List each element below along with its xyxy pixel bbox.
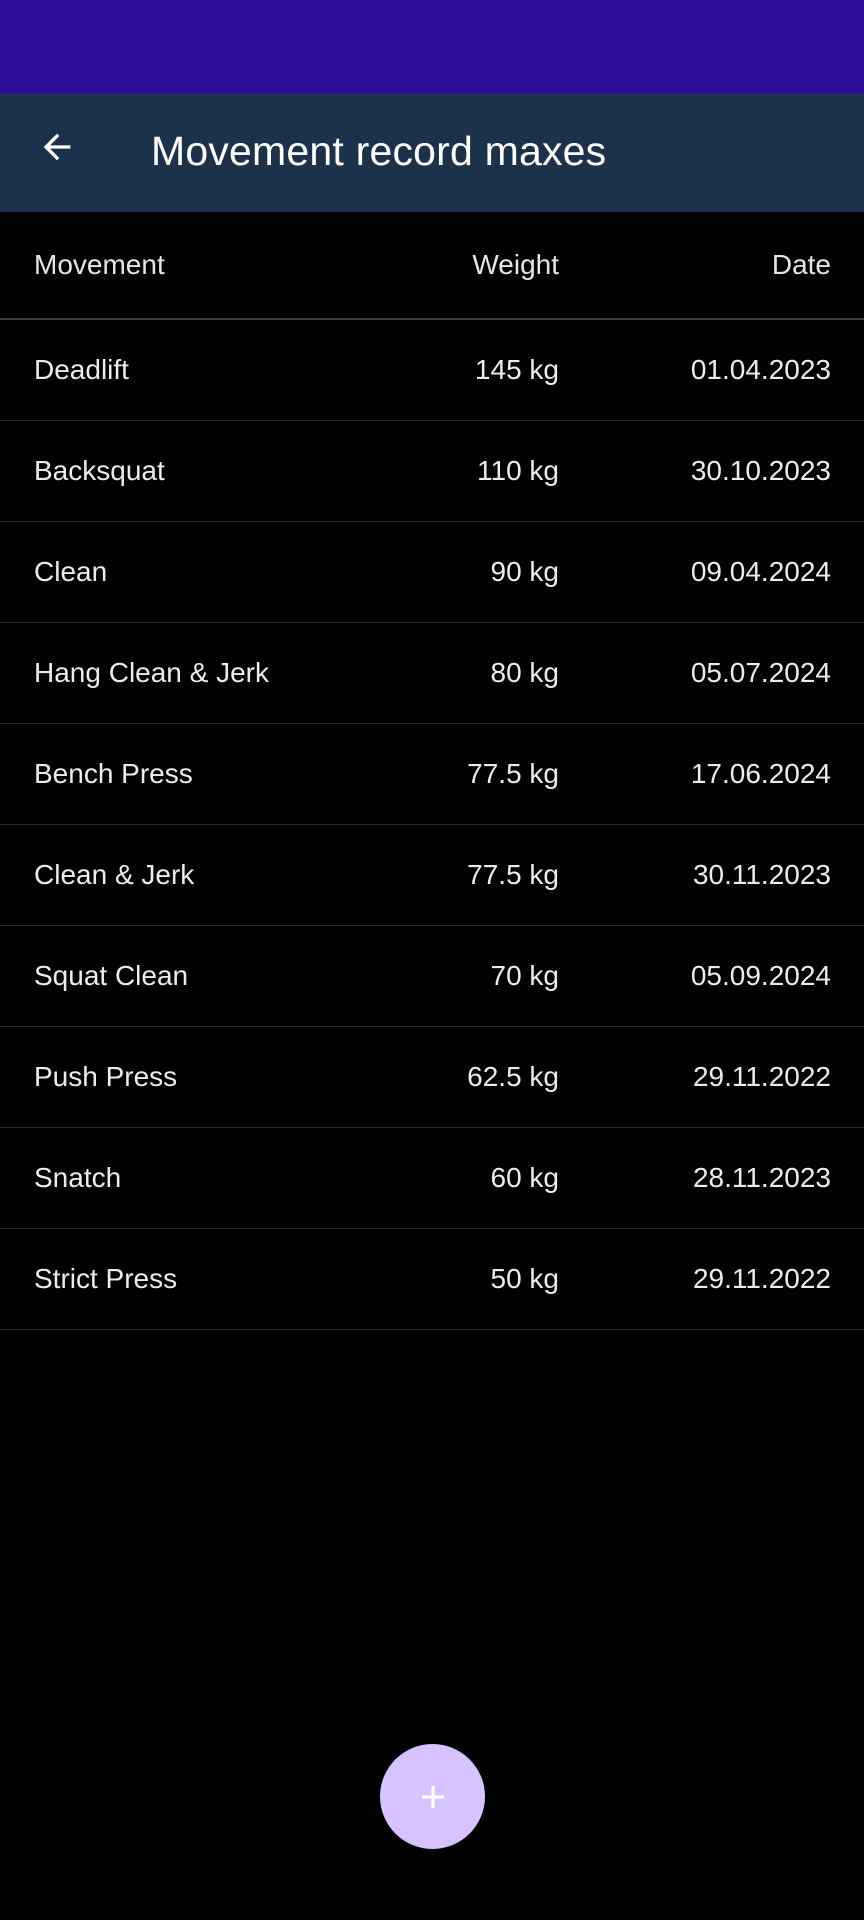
weight-cell: 70 kg [490, 960, 560, 991]
movement-cell: Deadlift [34, 354, 129, 385]
movement-cell: Backsquat [34, 455, 165, 486]
date-cell: 09.04.2024 [690, 556, 831, 587]
column-header-date[interactable]: Date [772, 249, 831, 281]
date-cell: 29.11.2022 [692, 1061, 831, 1092]
app-bar: Movement record maxes [0, 94, 864, 212]
weight-cell: 145 kg [474, 354, 559, 385]
date-cell: 29.11.2022 [692, 1263, 831, 1294]
movement-cell: Bench Press [34, 758, 193, 789]
weight-cell: 77.5 kg [467, 758, 559, 789]
column-header-weight[interactable]: Weight [472, 249, 559, 281]
weight-cell: 110 kg [477, 455, 559, 486]
movement-cell: Push Press [34, 1061, 178, 1092]
weight-cell: 80 kg [490, 657, 560, 688]
back-button[interactable] [34, 124, 80, 170]
table-row[interactable]: Clean & Jerk 77.5 kg 30.11.2023 [0, 825, 864, 926]
table-row[interactable]: Clean 90 kg 09.04.2024 [0, 522, 864, 623]
table-header-row: Movement Weight Date [0, 212, 864, 320]
date-cell: 30.11.2023 [692, 859, 831, 890]
status-bar [0, 0, 864, 94]
date-cell: 05.07.2024 [690, 657, 831, 688]
table-row[interactable]: Strict Press 50 kg 29.11.2022 [0, 1229, 864, 1330]
date-cell: 05.09.2024 [690, 960, 831, 991]
date-cell: 17.06.2024 [690, 758, 831, 789]
page-title: Movement record maxes [151, 128, 607, 174]
records-table: Movement Weight Date Deadlift 145 kg 01.… [0, 212, 864, 1330]
date-cell: 28.11.2023 [692, 1162, 831, 1193]
movement-cell: Clean & Jerk [34, 859, 195, 890]
date-cell: 01.04.2023 [690, 354, 831, 385]
movement-cell: Snatch [34, 1162, 122, 1193]
weight-cell: 62.5 kg [467, 1061, 559, 1092]
table-row[interactable]: Snatch 60 kg 28.11.2023 [0, 1128, 864, 1229]
add-record-button[interactable] [380, 1744, 485, 1849]
weight-cell: 60 kg [490, 1162, 560, 1193]
weight-cell: 50 kg [490, 1263, 560, 1294]
movement-cell: Clean [34, 556, 108, 587]
movement-cell: Hang Clean & Jerk [34, 657, 270, 688]
arrow-left-icon [43, 133, 71, 161]
table-row[interactable]: Squat Clean 70 kg 05.09.2024 [0, 926, 864, 1027]
weight-cell: 77.5 kg [467, 859, 559, 890]
table-row[interactable]: Deadlift 145 kg 01.04.2023 [0, 320, 864, 421]
plus-icon [421, 1785, 444, 1808]
table-row[interactable]: Hang Clean & Jerk 80 kg 05.07.2024 [0, 623, 864, 724]
table-row[interactable]: Push Press 62.5 kg 29.11.2022 [0, 1027, 864, 1128]
date-cell: 30.10.2023 [690, 455, 831, 486]
table-row[interactable]: Backsquat 110 kg 30.10.2023 [0, 421, 864, 522]
movement-cell: Squat Clean [34, 960, 189, 991]
weight-cell: 90 kg [490, 556, 560, 587]
table-row[interactable]: Bench Press 77.5 kg 17.06.2024 [0, 724, 864, 825]
table-body: Deadlift 145 kg 01.04.2023 Backsquat 110… [0, 320, 864, 1330]
column-header-movement[interactable]: Movement [34, 249, 165, 281]
movement-cell: Strict Press [34, 1263, 178, 1294]
